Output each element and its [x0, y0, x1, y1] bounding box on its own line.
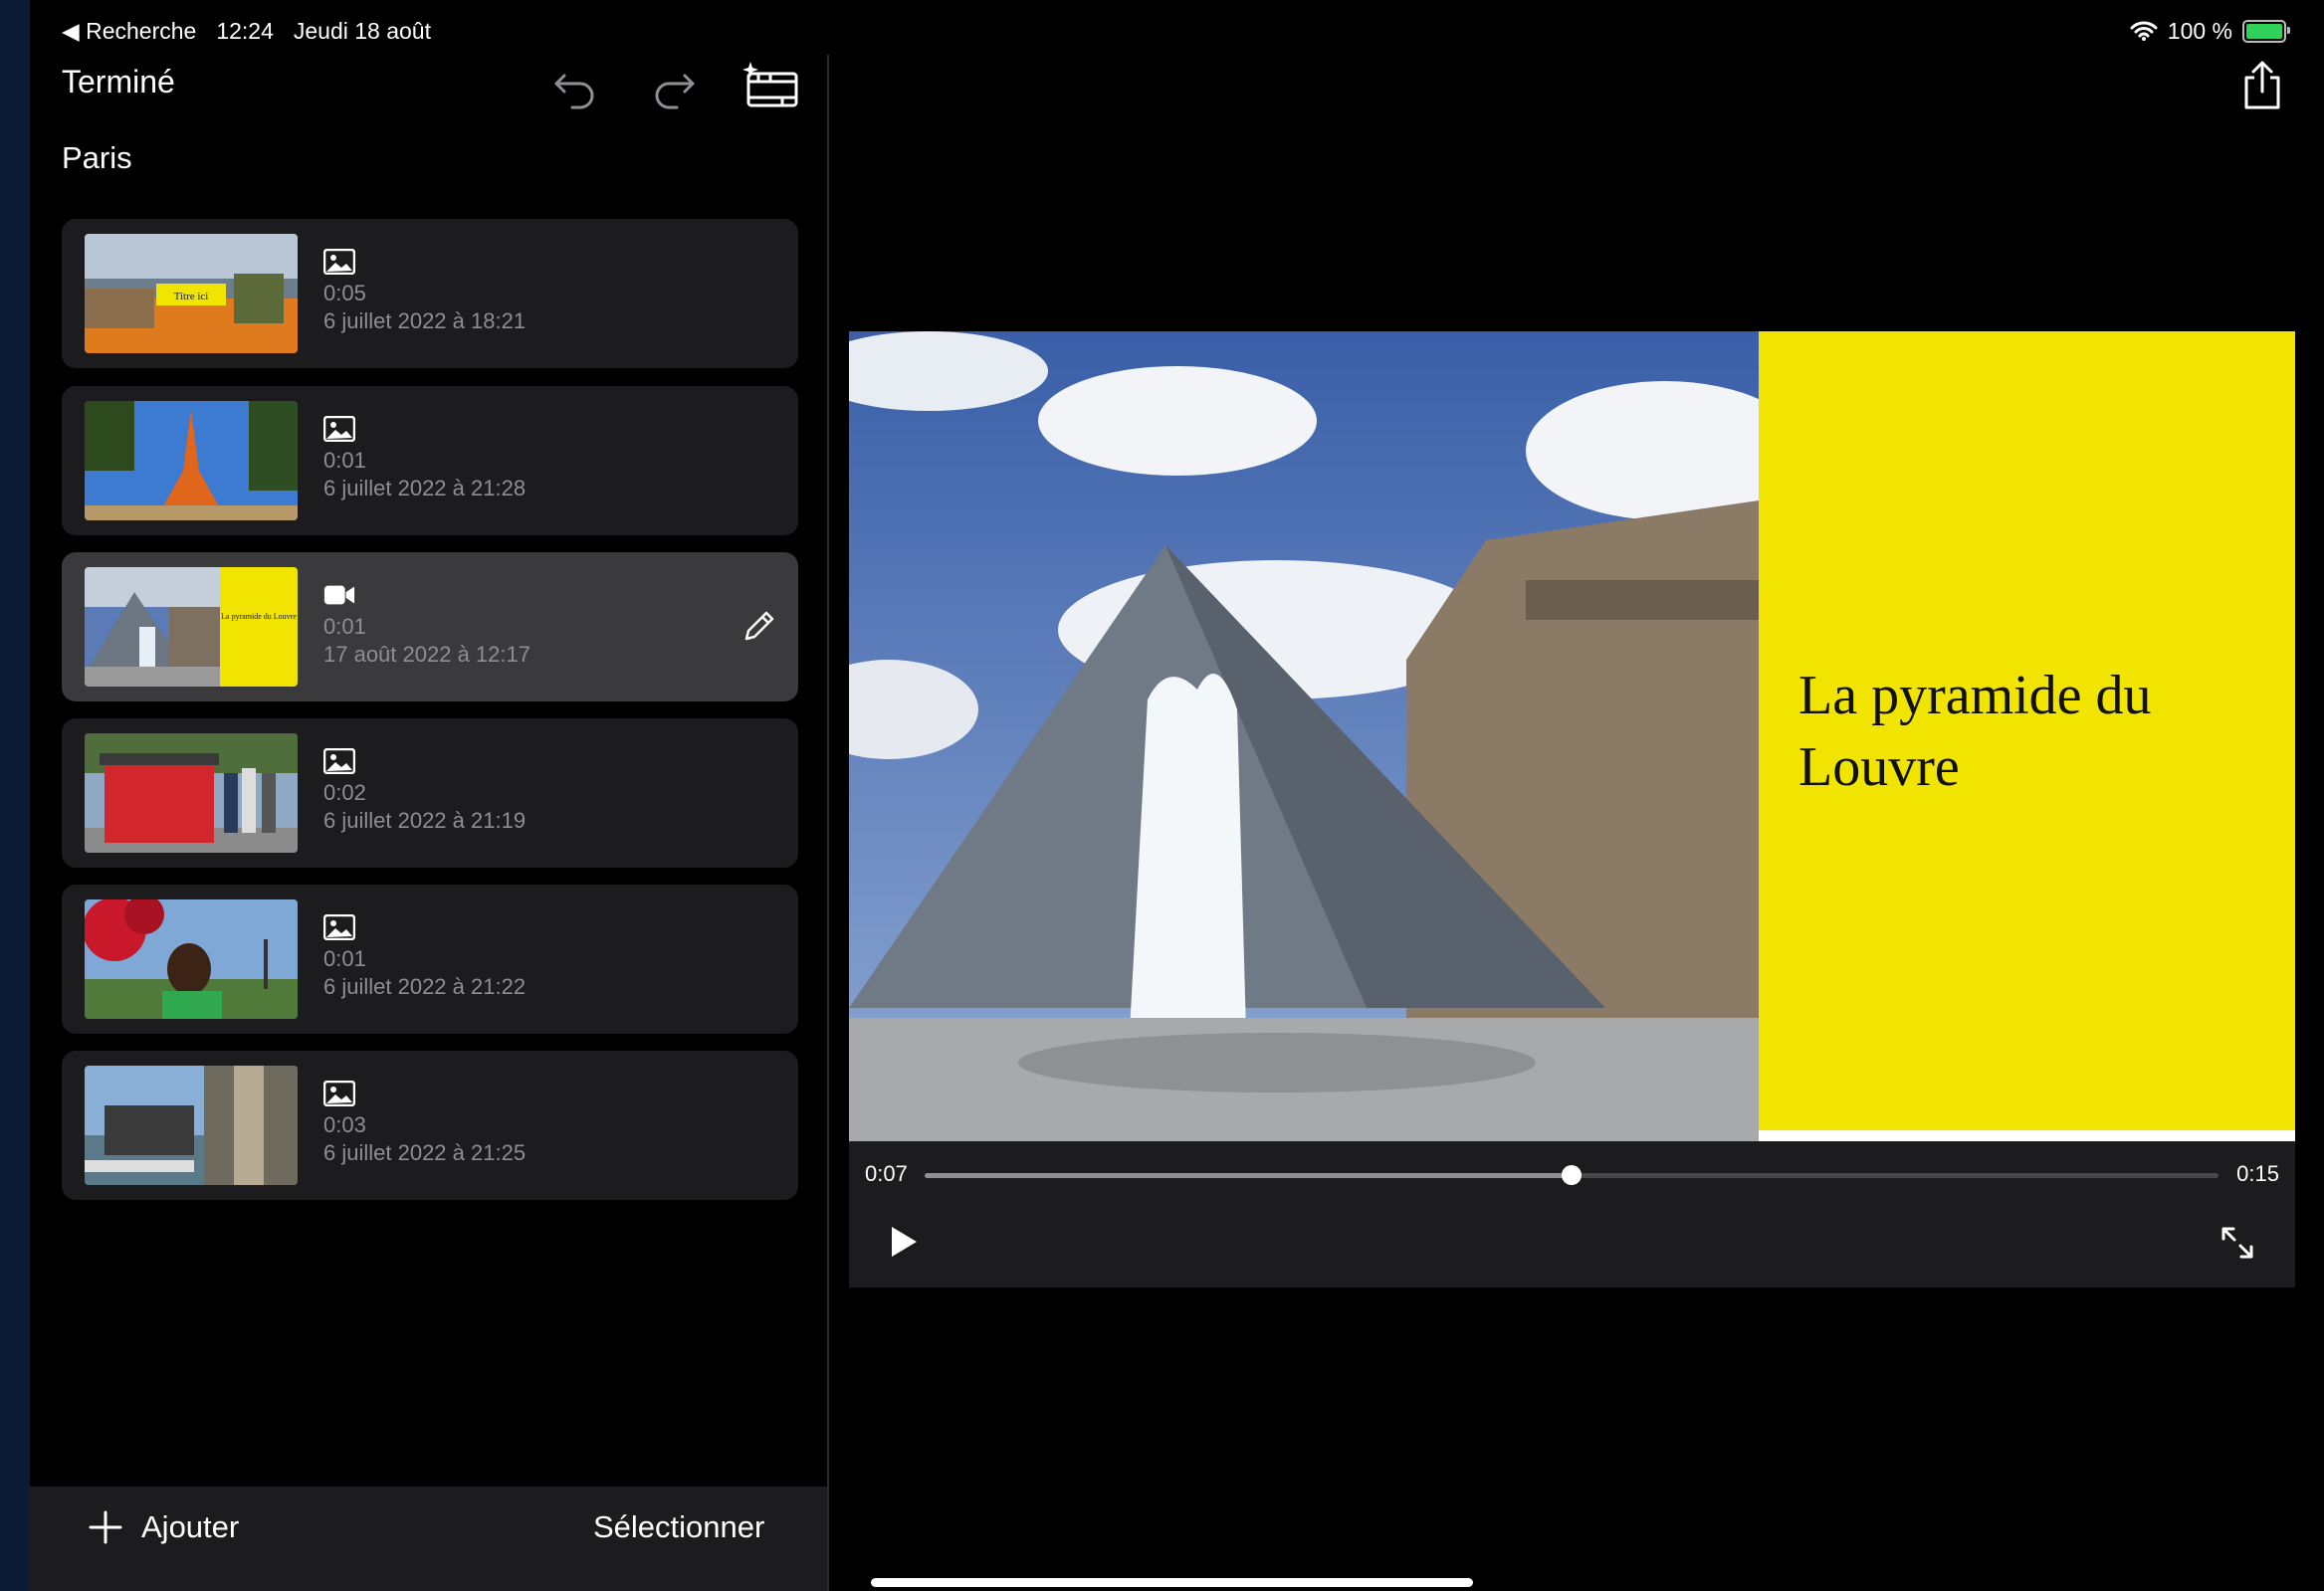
clip-row[interactable]: 0:02 6 juillet 2022 à 21:19: [62, 718, 798, 868]
battery-percent: 100 %: [2167, 17, 2232, 44]
photo-icon: [323, 416, 355, 442]
magic-movie-icon[interactable]: [740, 60, 802, 111]
clip-thumbnail: [85, 733, 298, 853]
preview-image: [849, 331, 1759, 1141]
add-label: Ajouter: [141, 1509, 240, 1544]
clip-thumbnail: Titre ici: [85, 234, 298, 353]
clip-date: 6 juillet 2022 à 21:25: [323, 1140, 527, 1165]
clip-duration: 0:01: [323, 946, 366, 971]
select-button[interactable]: Sélectionner: [593, 1504, 764, 1550]
clip-date: 6 juillet 2022 à 21:22: [323, 974, 527, 999]
clip-date: 6 juillet 2022 à 18:21: [323, 308, 527, 333]
clip-thumbnail: [85, 1066, 298, 1185]
status-bar-right: 100 %: [2130, 14, 2290, 48]
battery-charging-icon: [2242, 19, 2290, 43]
clip-row[interactable]: 0:01 6 juillet 2022 à 21:22: [62, 885, 798, 1034]
status-bar-left: ◀ Recherche 12:24 Jeudi 18 août: [62, 14, 451, 48]
screen: ◀ Recherche 12:24 Jeudi 18 août Terminé …: [30, 0, 2324, 1591]
redo-icon[interactable]: [647, 60, 699, 111]
clip-date: 6 juillet 2022 à 21:19: [323, 808, 527, 833]
clip-duration: 0:01: [323, 614, 366, 639]
status-time: 12:24: [216, 17, 274, 44]
total-time: 0:15: [2236, 1161, 2279, 1186]
clip-thumbnail: [85, 401, 298, 520]
clip-duration: 0:02: [323, 780, 366, 805]
clip-sidebar: ◀ Recherche 12:24 Jeudi 18 août Terminé …: [30, 0, 827, 1591]
thumb-title-text: Titre ici: [174, 291, 209, 302]
plus-icon: [89, 1510, 122, 1544]
video-preview[interactable]: La pyramide du Louvre: [849, 331, 2295, 1141]
clip-row[interactable]: 0:03 6 juillet 2022 à 21:25: [62, 1051, 798, 1200]
scrubber-progress: [925, 1173, 1572, 1178]
clip-thumbnail: La pyramide du Louvre: [85, 567, 298, 687]
title-card: La pyramide du Louvre: [1759, 331, 2295, 1130]
current-time: 0:07: [865, 1161, 908, 1186]
clip-thumbnail: [85, 899, 298, 1019]
play-icon[interactable]: [889, 1225, 919, 1259]
clip-duration: 0:03: [323, 1112, 366, 1137]
clip-date: 17 août 2022 à 12:17: [323, 642, 530, 667]
home-indicator[interactable]: [871, 1578, 1473, 1587]
clip-date: 6 juillet 2022 à 21:28: [323, 476, 527, 500]
clip-row[interactable]: Titre ici 0:05 6 juillet 2022 à 18:21: [62, 219, 798, 368]
undo-icon[interactable]: [550, 60, 602, 111]
share-icon[interactable]: [2240, 60, 2284, 111]
playback-scrubber[interactable]: [925, 1165, 2218, 1185]
photo-icon: [323, 914, 355, 940]
clip-row[interactable]: 0:01 6 juillet 2022 à 21:28: [62, 386, 798, 535]
add-button[interactable]: Ajouter: [88, 1504, 239, 1550]
scrubber-handle[interactable]: [1562, 1165, 1582, 1185]
player-controls: 0:07 0:15: [849, 1141, 2295, 1288]
clip-row-selected[interactable]: La pyramide du Louvre 0:01 17 août 2022 …: [62, 552, 798, 701]
photo-icon: [323, 249, 355, 275]
project-title: Paris: [62, 140, 132, 175]
title-card-text: La pyramide du Louvre: [1798, 665, 2152, 798]
title-card-strip: [1759, 1130, 2295, 1141]
clip-duration: 0:05: [323, 281, 366, 305]
photo-icon: [323, 748, 355, 774]
photo-icon: [323, 1081, 355, 1106]
pencil-icon[interactable]: [739, 607, 778, 647]
fullscreen-icon[interactable]: [2219, 1225, 2255, 1261]
back-to-app-link[interactable]: ◀ Recherche: [62, 18, 196, 45]
status-date: Jeudi 18 août: [293, 17, 431, 44]
wifi-icon: [2130, 21, 2158, 41]
done-button[interactable]: Terminé: [62, 64, 175, 100]
thumb-title-text: La pyramide du Louvre: [221, 612, 297, 621]
video-camera-icon: [323, 585, 355, 605]
clip-duration: 0:01: [323, 448, 366, 473]
split-divider[interactable]: [827, 55, 829, 1591]
